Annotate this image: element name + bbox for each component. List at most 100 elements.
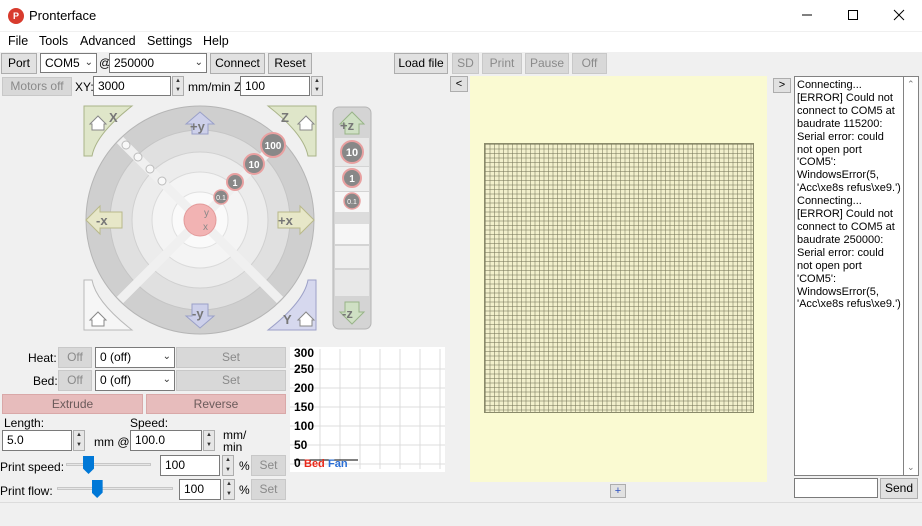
y-tick-0: 0 [294, 456, 301, 470]
minimize-icon [802, 14, 812, 16]
minimize-button[interactable] [784, 0, 830, 32]
extrude-button[interactable]: Extrude [2, 394, 143, 414]
command-input[interactable] [794, 478, 878, 498]
collapse-left-button[interactable]: < [450, 76, 468, 92]
window-title: Pronterface [29, 8, 97, 23]
connect-button[interactable]: Connect [210, 53, 265, 74]
console-scrollbar[interactable]: ⌃ ⌄ [904, 76, 919, 476]
scroll-up-icon: ⌃ [907, 79, 915, 89]
menu-help[interactable]: Help [203, 34, 229, 48]
print-flow-slider-thumb[interactable] [91, 480, 103, 498]
center-button [183, 203, 217, 237]
zoom-in-button[interactable]: + [610, 484, 626, 498]
close-button[interactable] [876, 0, 922, 32]
z-jog-control[interactable]: +z 10 1 0.1 -z [332, 106, 374, 332]
xy-feedrate-input[interactable]: 3000 [93, 76, 171, 96]
menu-tools[interactable]: Tools [39, 34, 68, 48]
speed-spinner[interactable]: ▲ ▼ [203, 430, 215, 451]
bed-label: Bed: [33, 374, 58, 388]
bed-value: 0 (off) [100, 373, 132, 387]
sd-button[interactable]: SD [452, 53, 479, 74]
chevron-down-icon: ⌄ [84, 57, 93, 68]
send-button[interactable]: Send [880, 478, 918, 499]
z-feedrate-spinner[interactable]: ▲ ▼ [311, 76, 323, 96]
bed-select[interactable]: 0 (off) ⌄ [95, 370, 175, 391]
length-spinner[interactable]: ▲ ▼ [73, 430, 85, 451]
plus-z-label: +z [340, 118, 355, 133]
print-speed-percent: % [239, 459, 250, 473]
heat-set-button[interactable]: Set [176, 347, 286, 368]
step-01-label: 0.1 [216, 195, 226, 202]
length-label: Length: [4, 416, 45, 430]
print-speed-set-button[interactable]: Set [251, 455, 286, 476]
print-flow-spinner[interactable]: ▲ ▼ [223, 479, 235, 500]
temperature-graph: 300 250 200 150 100 50 0 Bed Fan [290, 346, 445, 472]
home-y-label: Y [283, 312, 292, 327]
mm-min-label: mm/ min [223, 428, 247, 454]
y-tick-150: 150 [294, 400, 314, 414]
pause-button[interactable]: Pause [525, 53, 569, 74]
print-flow-slider[interactable] [57, 478, 173, 500]
print-flow-label: Print flow: [0, 484, 53, 498]
status-bar [0, 502, 922, 526]
center-y-label: y [204, 208, 209, 219]
motors-off-button[interactable]: Motors off [2, 77, 72, 96]
chevron-down-icon: ⌄ [162, 351, 171, 362]
maximize-button[interactable] [830, 0, 876, 32]
temperature-graph-canvas: 300 250 200 150 100 50 0 Bed Fan [290, 346, 445, 470]
print-speed-input[interactable]: 100 [160, 455, 220, 476]
menu-file[interactable]: File [8, 34, 28, 48]
print-speed-slider-thumb[interactable] [83, 456, 95, 474]
print-flow-set-button[interactable]: Set [251, 479, 286, 500]
maximize-icon [848, 10, 858, 20]
minus-y-label: -y [192, 306, 204, 321]
reset-button[interactable]: Reset [268, 53, 312, 74]
console-log[interactable]: Connecting... [ERROR] Could not connect … [794, 76, 904, 476]
print-speed-slider[interactable] [66, 454, 151, 476]
reverse-button[interactable]: Reverse [146, 394, 286, 414]
speed-label: Speed: [130, 416, 169, 430]
title-bar: P Pronterface [0, 0, 922, 32]
xy-label: XY: [75, 80, 94, 94]
port-select[interactable]: COM5 ⌄ [40, 53, 97, 73]
heat-off-button[interactable]: Off [58, 347, 92, 368]
print-flow-input[interactable]: 100 [179, 479, 221, 500]
step-10-label: 10 [248, 160, 260, 171]
y-tick-100: 100 [294, 419, 314, 433]
print-speed-label: Print speed: [0, 460, 65, 474]
bed-off-button[interactable]: Off [58, 370, 92, 391]
z-feedrate-input[interactable]: 100 [240, 76, 310, 96]
z-step-1-label: 1 [349, 174, 355, 185]
baud-select[interactable]: 250000 ⌄ [109, 53, 207, 73]
center-x-label: x [203, 222, 208, 233]
print-flow-percent: % [239, 483, 250, 497]
heat-value: 0 (off) [100, 350, 132, 364]
bed-set-button[interactable]: Set [176, 370, 286, 391]
legend-fan: Fan [328, 458, 348, 470]
app-icon: P [8, 8, 24, 24]
home-z-label: Z [281, 110, 289, 125]
port-value: COM5 [45, 56, 80, 70]
print-speed-spinner[interactable]: ▲ ▼ [222, 455, 234, 476]
y-tick-300: 300 [294, 347, 314, 360]
port-button[interactable]: Port [1, 53, 37, 74]
menu-settings[interactable]: Settings [147, 34, 192, 48]
length-input[interactable]: 5.0 [2, 430, 72, 451]
heat-select[interactable]: 0 (off) ⌄ [95, 347, 175, 368]
chevron-down-icon: ⌄ [194, 57, 203, 68]
xy-jog-control[interactable]: X Z Y +y -y +x -x 100 10 1 0.1 y x [82, 104, 322, 336]
xy-feedrate-spinner[interactable]: ▲ ▼ [172, 76, 184, 96]
menu-advanced[interactable]: Advanced [80, 34, 136, 48]
close-icon [893, 9, 905, 21]
step-1-label: 1 [232, 178, 237, 188]
y-tick-200: 200 [294, 381, 314, 395]
expand-right-button[interactable]: > [773, 78, 791, 93]
heat-label: Heat: [28, 351, 57, 365]
off-button[interactable]: Off [572, 53, 607, 74]
print-button[interactable]: Print [482, 53, 522, 74]
speed-input[interactable]: 100.0 [130, 430, 202, 451]
minus-z-label: -z [342, 306, 353, 321]
plus-x-label: +x [278, 213, 294, 228]
load-file-button[interactable]: Load file [394, 53, 448, 74]
step-100-label: 100 [265, 141, 282, 152]
